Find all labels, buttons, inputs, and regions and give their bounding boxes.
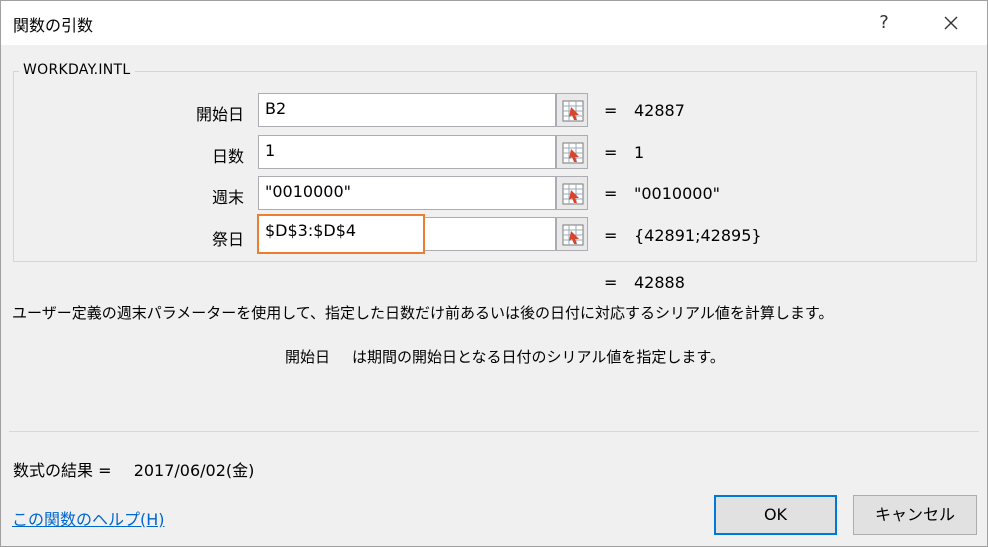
title-bar: 関数の引数 ? bbox=[1, 1, 987, 45]
arg-equals-weekend: = bbox=[604, 184, 618, 203]
function-description: ユーザー定義の週末パラメーターを使用して、指定した日数だけ前あるいは後の日付に対… bbox=[12, 304, 834, 322]
total-result: 42888 bbox=[634, 273, 685, 292]
arg-equals-start-date: = bbox=[604, 101, 618, 120]
formula-result: 数式の結果 = 2017/06/02(金) bbox=[13, 457, 254, 481]
arg-input-weekend[interactable]: "0010000" bbox=[258, 176, 556, 210]
arg-result-holidays: {42891;42895} bbox=[634, 226, 762, 245]
argument-description: は期間の開始日となる日付のシリアル値を指定します。 bbox=[352, 348, 725, 366]
formula-result-label: 数式の結果 = bbox=[13, 461, 112, 480]
function-arguments-dialog: 関数の引数 ? WORKDAY.INTL 開始日 B2 = 42887 日数 1… bbox=[0, 0, 988, 547]
arg-label-holidays: 祭日 bbox=[211, 230, 244, 249]
separator bbox=[9, 431, 979, 432]
arg-input-holidays[interactable]: $D$3:$D$4 bbox=[257, 214, 425, 254]
formula-result-value: 2017/06/02(金) bbox=[133, 461, 255, 480]
collapse-dialog-icon bbox=[562, 183, 584, 205]
range-select-button-holidays[interactable] bbox=[556, 217, 588, 251]
help-button[interactable]: ? bbox=[869, 7, 899, 39]
cancel-button[interactable]: キャンセル bbox=[853, 495, 977, 535]
arg-equals-days: = bbox=[604, 143, 618, 162]
total-equals: = bbox=[604, 273, 618, 292]
arg-input-holidays-rest[interactable] bbox=[425, 217, 556, 251]
function-help-link[interactable]: この関数のヘルプ(H) bbox=[12, 506, 165, 530]
ok-button[interactable]: OK bbox=[714, 495, 837, 535]
arg-label-start-date: 開始日 bbox=[195, 105, 244, 124]
arg-input-days[interactable]: 1 bbox=[258, 135, 556, 169]
dialog-title: 関数の引数 bbox=[13, 16, 94, 35]
arg-label-days: 日数 bbox=[211, 147, 244, 166]
close-button[interactable] bbox=[931, 7, 971, 39]
arg-result-days: 1 bbox=[634, 143, 645, 162]
arg-equals-holidays: = bbox=[604, 226, 618, 245]
arg-input-start-date[interactable]: B2 bbox=[258, 93, 556, 127]
argument-name: 開始日 bbox=[285, 348, 331, 366]
arg-label-weekend: 週末 bbox=[211, 188, 244, 207]
arg-result-weekend: "0010000" bbox=[634, 184, 720, 203]
range-select-button-weekend[interactable] bbox=[556, 176, 588, 210]
range-select-button-start-date[interactable] bbox=[556, 93, 588, 127]
function-name: WORKDAY.INTL bbox=[19, 62, 135, 78]
close-icon bbox=[944, 16, 958, 30]
collapse-dialog-icon bbox=[562, 142, 584, 164]
arg-result-start-date: 42887 bbox=[634, 101, 685, 120]
collapse-dialog-icon bbox=[562, 224, 584, 246]
range-select-button-days[interactable] bbox=[556, 135, 588, 169]
collapse-dialog-icon bbox=[562, 100, 584, 122]
